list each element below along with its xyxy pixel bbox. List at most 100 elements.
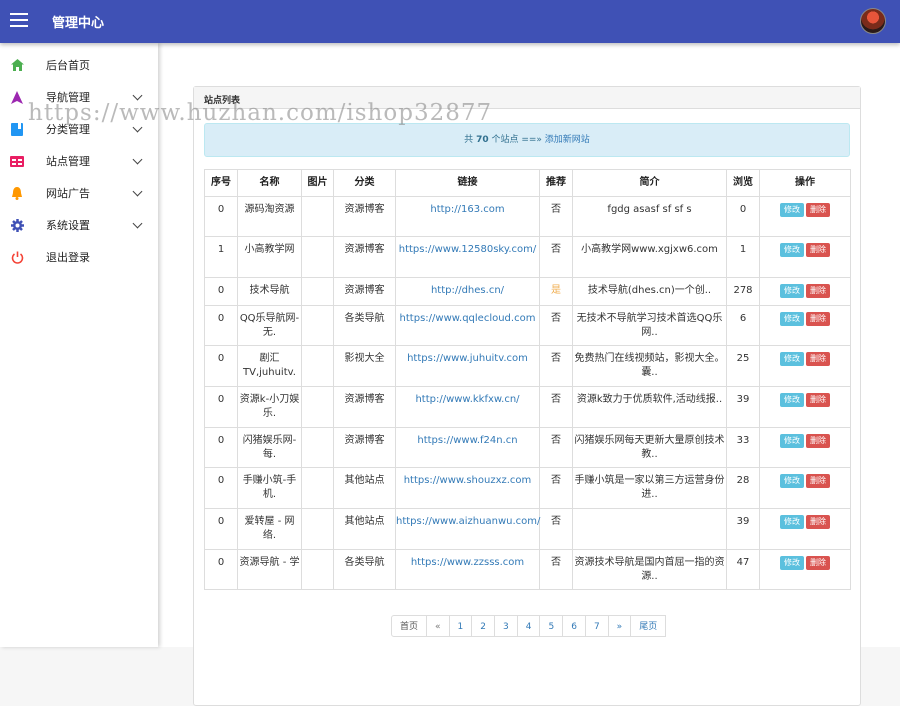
table-row: 0 闪猪娱乐网-每. 资源博客 https://www.f24n.cn 否 闪猪… <box>204 427 851 468</box>
edit-button[interactable]: 修改 <box>780 352 804 366</box>
table-row: 0 资源k-小刀娱乐. 资源博客 http://www.kkfxw.cn/ 否 … <box>204 386 851 428</box>
cell-url[interactable]: https://www.f24n.cn <box>395 427 540 468</box>
cell-actions: 修改 删除 <box>759 467 851 509</box>
edit-button[interactable]: 修改 <box>780 515 804 529</box>
sidebar-item-3[interactable]: 站点管理 <box>0 145 158 177</box>
edit-button[interactable]: 修改 <box>780 393 804 407</box>
cell-url[interactable]: https://www.juhuitv.com <box>395 345 540 387</box>
cell-category: 影视大全 <box>333 345 396 387</box>
watermark-text: https://www.huzhan.com/ishop32877 <box>28 100 493 126</box>
cell-image <box>301 196 334 237</box>
cell-recommend: 是 <box>539 277 573 306</box>
cell-actions: 修改 删除 <box>759 549 851 590</box>
cell-image <box>301 467 334 509</box>
bell-icon <box>10 186 24 200</box>
sidebar-item-5[interactable]: 系统设置 <box>0 209 158 241</box>
cell-recommend: 否 <box>539 549 573 590</box>
cell-intro <box>572 508 727 550</box>
delete-button[interactable]: 删除 <box>806 284 830 298</box>
cell-url[interactable]: https://www.zzsss.com <box>395 549 540 590</box>
sidebar-item-6[interactable]: 退出登录 <box>0 241 158 273</box>
cell-intro: 闪猪娱乐网每天更新大量原创技术教.. <box>572 427 727 468</box>
delete-button[interactable]: 删除 <box>806 203 830 217</box>
cell-url[interactable]: https://www.shouzxz.com <box>395 467 540 509</box>
page-number-button[interactable]: 6 <box>562 615 586 637</box>
cell-url[interactable]: https://www.aizhuanwu.com/ <box>395 508 540 550</box>
edit-button[interactable]: 修改 <box>780 556 804 570</box>
page-number-button[interactable]: 1 <box>448 615 473 637</box>
cell-actions: 修改 删除 <box>759 305 851 346</box>
cell-category: 资源博客 <box>333 196 396 237</box>
cell-url[interactable]: http://www.kkfxw.cn/ <box>395 386 540 428</box>
delete-button[interactable]: 删除 <box>806 393 830 407</box>
edit-button[interactable]: 修改 <box>780 312 804 326</box>
edit-button[interactable]: 修改 <box>780 474 804 488</box>
table-row: 0 手赚小筑-手机. 其他站点 https://www.shouzxz.com … <box>204 467 851 509</box>
cell-url[interactable]: http://dhes.cn/ <box>395 277 540 306</box>
cell-image <box>301 386 334 428</box>
delete-button[interactable]: 删除 <box>806 515 830 529</box>
cell-recommend: 否 <box>539 236 573 278</box>
edit-button[interactable]: 修改 <box>780 203 804 217</box>
page-number-button[interactable]: 7 <box>584 615 609 637</box>
sidebar-item-label: 后台首页 <box>46 59 90 72</box>
sidebar-item-label: 系统设置 <box>46 219 90 232</box>
cell-intro: 技术导航(dhes.cn)一个创.. <box>572 277 727 306</box>
cell-url[interactable]: http://163.com <box>395 196 540 237</box>
cell-id: 0 <box>204 467 238 509</box>
cell-actions: 修改 删除 <box>759 236 851 278</box>
site-count-banner: 共 70 个站点 ==» 添加新网站 <box>204 123 850 157</box>
sidebar-item-4[interactable]: 网站广告 <box>0 177 158 209</box>
site-list-panel: 站点列表 共 70 个站点 ==» 添加新网站 序号 名称 图片 分类 链接 推荐 简介 浏览… <box>193 86 861 706</box>
page-number-button[interactable]: 3 <box>494 615 518 637</box>
page-number-button[interactable]: 4 <box>516 615 541 637</box>
cell-id: 0 <box>204 196 238 237</box>
cell-intro: 免费热门在线视频站，影视大全。囊.. <box>572 345 727 387</box>
total-count: 70 <box>476 135 489 145</box>
cell-recommend: 否 <box>539 467 573 509</box>
navigation-icon <box>10 90 24 104</box>
cell-category: 各类导航 <box>333 549 396 590</box>
info-prefix: 共 <box>464 135 474 145</box>
cell-name: 资源k-小刀娱乐. <box>237 386 302 428</box>
cell-url[interactable]: https://www.12580sky.com/ <box>395 236 540 278</box>
delete-button[interactable]: 删除 <box>806 312 830 326</box>
user-avatar[interactable] <box>860 8 886 34</box>
cell-recommend: 否 <box>539 305 573 346</box>
last-page-button[interactable]: 尾页 <box>630 615 667 637</box>
edit-button[interactable]: 修改 <box>780 243 804 257</box>
cell-actions: 修改 删除 <box>759 386 851 428</box>
edit-button[interactable]: 修改 <box>780 434 804 448</box>
cell-recommend: 否 <box>539 345 573 387</box>
cell-category: 资源博客 <box>333 277 396 306</box>
edit-button[interactable]: 修改 <box>780 284 804 298</box>
cell-views: 25 <box>726 345 760 387</box>
prev-page-button[interactable]: « <box>426 615 450 637</box>
sidebar-item-0[interactable]: 后台首页 <box>0 49 158 81</box>
page-number-button[interactable]: 2 <box>471 615 495 637</box>
cell-name: 手赚小筑-手机. <box>237 467 302 509</box>
cell-name: 源码淘资源 <box>237 196 302 237</box>
cell-recommend: 否 <box>539 508 573 550</box>
column-header: 链接 <box>395 169 540 197</box>
cell-id: 0 <box>204 345 238 387</box>
cell-views: 39 <box>726 508 760 550</box>
cell-views: 0 <box>726 196 760 237</box>
table-row: 1 小高教学网 资源博客 https://www.12580sky.com/ 否… <box>204 236 851 278</box>
page-number-button[interactable]: 5 <box>539 615 564 637</box>
delete-button[interactable]: 删除 <box>806 556 830 570</box>
add-site-link[interactable]: 添加新网站 <box>545 135 590 145</box>
cell-views: 1 <box>726 236 760 278</box>
main-content: 站点列表 共 70 个站点 ==» 添加新网站 序号 名称 图片 分类 链接 推荐 简介 浏览… <box>158 43 900 706</box>
first-page-button[interactable]: 首页 <box>391 615 428 637</box>
hamburger-menu-icon[interactable] <box>10 13 28 29</box>
delete-button[interactable]: 删除 <box>806 352 830 366</box>
table-row: 0 剧汇TV,juhuitv. 影视大全 https://www.juhuitv… <box>204 345 851 387</box>
delete-button[interactable]: 删除 <box>806 434 830 448</box>
delete-button[interactable]: 删除 <box>806 474 830 488</box>
delete-button[interactable]: 删除 <box>806 243 830 257</box>
next-page-button[interactable]: » <box>607 615 632 637</box>
cell-url[interactable]: https://www.qqlecloud.com <box>395 305 540 346</box>
sidebar-item-label: 退出登录 <box>46 251 90 264</box>
cell-category: 资源博客 <box>333 427 396 468</box>
